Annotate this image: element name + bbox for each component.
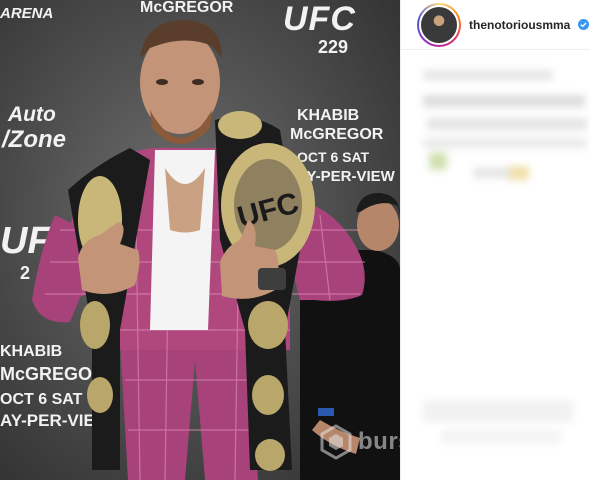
post-photo[interactable]: ARENA McGREGOR UFC 229 Auto /Zone KHABIB… xyxy=(0,0,400,480)
blurred-comment-area xyxy=(441,430,561,444)
blurred-emoji xyxy=(429,152,447,170)
watermark-text: bursadabu xyxy=(358,428,400,455)
blurred-emoji xyxy=(509,166,529,180)
instagram-post: ARENA McGREGOR UFC 229 Auto /Zone KHABIB… xyxy=(0,0,590,480)
avatar[interactable] xyxy=(419,4,459,45)
blurred-caption-line xyxy=(423,95,585,107)
post-header: thenotoriousmma • xyxy=(401,0,590,50)
blurred-caption-line xyxy=(423,138,587,148)
username-link[interactable]: thenotoriousmma • xyxy=(469,17,590,32)
blurred-caption-line xyxy=(427,118,587,130)
avatar-ring[interactable] xyxy=(417,2,461,47)
blurred-caption-line xyxy=(473,168,513,178)
post-side-panel: thenotoriousmma • xyxy=(400,0,590,480)
blurred-caption-line xyxy=(423,70,553,80)
blurred-comment-area xyxy=(423,400,573,422)
fighter-figure: UFC xyxy=(32,20,365,480)
verified-badge-icon xyxy=(577,19,589,30)
hexagon-logo-icon xyxy=(320,424,352,460)
username-text[interactable]: thenotoriousmma xyxy=(469,18,570,32)
watermark: bursadabu xyxy=(318,424,400,460)
